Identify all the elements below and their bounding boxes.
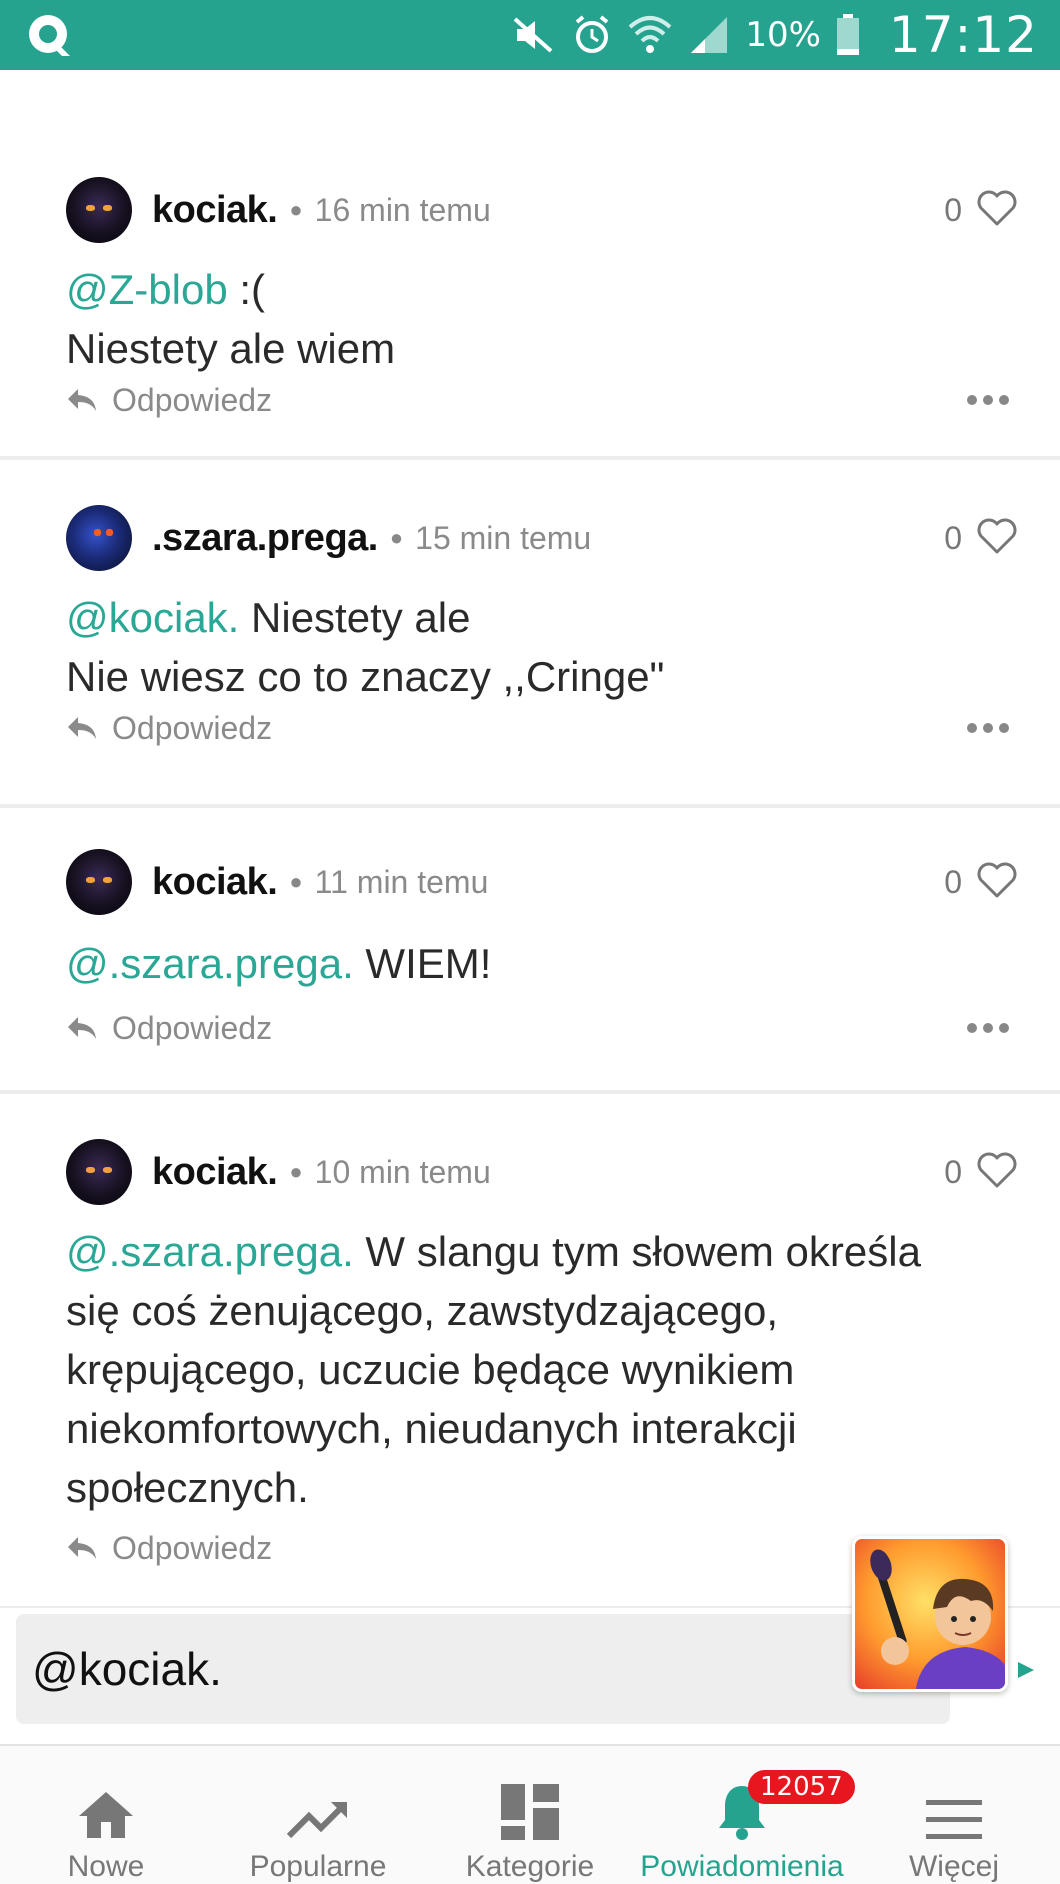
reply-button[interactable]: Odpowiedz bbox=[66, 704, 272, 752]
username[interactable]: kociak. bbox=[152, 1151, 278, 1194]
comment-text-line: społecznych. bbox=[66, 1464, 309, 1511]
comment-text-line: krępującego, uczucie będące wynikiem bbox=[66, 1346, 795, 1393]
notification-badge: 12057 bbox=[748, 1770, 855, 1804]
battery-icon bbox=[835, 13, 861, 57]
more-options-icon[interactable] bbox=[966, 1004, 1010, 1052]
avatar[interactable] bbox=[66, 849, 132, 915]
separator-dot: ● bbox=[289, 1159, 303, 1184]
floating-profile-badge[interactable] bbox=[852, 1536, 1008, 1692]
more-options-icon[interactable] bbox=[966, 376, 1010, 424]
comment-body: @.szara.prega. WIEM! bbox=[66, 934, 1020, 993]
avatar[interactable] bbox=[66, 177, 132, 243]
mention-link[interactable]: @.szara.prega. bbox=[66, 940, 354, 987]
nav-item-kategorie[interactable]: Kategorie bbox=[424, 1746, 636, 1884]
reply-icon bbox=[68, 717, 96, 739]
menu-icon bbox=[926, 1764, 982, 1840]
clock: 17:12 bbox=[888, 6, 1038, 64]
nav-item-powiadomienia[interactable]: 12057 Powiadomienia bbox=[636, 1746, 855, 1884]
comment-body: @.szara.prega. W slangu tym słowem okreś… bbox=[66, 1222, 1036, 1517]
timestamp: 10 min temu bbox=[314, 1153, 491, 1190]
comment: kociak. ● 10 min temu 0 @.szara.prega. W… bbox=[0, 1098, 1060, 1608]
username[interactable]: .szara.prega. bbox=[152, 517, 378, 560]
wifi-icon bbox=[627, 13, 673, 57]
comment: kociak. ● 16 min temu 0 @Z-blob :( Niest… bbox=[0, 136, 1060, 460]
heart-icon[interactable] bbox=[976, 189, 1018, 232]
comment-text: W slangu tym słowem określa bbox=[353, 1228, 921, 1275]
battery-percent: 10% bbox=[745, 15, 821, 55]
bottom-navigation: Nowe Popularne Kategorie 12057 Powiadomi… bbox=[0, 1744, 1060, 1884]
nav-label: Popularne bbox=[249, 1850, 387, 1883]
trending-icon bbox=[287, 1764, 349, 1840]
mention-link[interactable]: @.szara.prega. bbox=[66, 1228, 354, 1275]
nav-item-popularne[interactable]: Popularne bbox=[212, 1746, 424, 1884]
comment-input[interactable]: @kociak. bbox=[16, 1614, 950, 1724]
heart-icon[interactable] bbox=[976, 517, 1018, 560]
reply-label: Odpowiedz bbox=[112, 1529, 273, 1566]
comment: .szara.prega. ● 15 min temu 0 @kociak. N… bbox=[0, 464, 1060, 808]
mention-link[interactable]: @kociak. bbox=[66, 594, 239, 641]
reply-icon bbox=[68, 1537, 96, 1559]
categories-icon bbox=[501, 1764, 559, 1840]
comment-text: :( bbox=[227, 266, 266, 313]
status-bar: 10% 17:12 bbox=[0, 0, 1060, 70]
reply-label: Odpowiedz bbox=[112, 709, 273, 746]
username[interactable]: kociak. bbox=[152, 861, 278, 904]
username[interactable]: kociak. bbox=[152, 189, 278, 232]
comment-text-line: Niestety ale wiem bbox=[66, 325, 396, 372]
separator-dot: ● bbox=[389, 525, 404, 550]
nav-label: Nowe bbox=[67, 1850, 145, 1883]
reply-button[interactable]: Odpowiedz bbox=[66, 376, 272, 424]
separator-dot: ● bbox=[289, 869, 303, 894]
reply-label: Odpowiedz bbox=[112, 1009, 273, 1046]
reply-label: Odpowiedz bbox=[112, 381, 273, 418]
avatar[interactable] bbox=[66, 1139, 132, 1205]
character-avatar-icon bbox=[855, 1539, 1005, 1689]
comment-text-line: Nie wiesz co to znaczy ,,Cringe" bbox=[66, 653, 665, 700]
nav-label: Więcej bbox=[908, 1850, 999, 1883]
more-options-icon[interactable] bbox=[966, 704, 1010, 752]
reply-button[interactable]: Odpowiedz bbox=[66, 1524, 272, 1572]
comment-text-line: się coś żenującego, zawstydzającego, bbox=[66, 1287, 779, 1334]
avatar[interactable] bbox=[66, 505, 132, 571]
send-icon[interactable] bbox=[1016, 1660, 1036, 1685]
nav-item-wiecej[interactable]: Więcej bbox=[848, 1746, 1060, 1884]
comment: kociak. ● 11 min temu 0 @.szara.prega. W… bbox=[0, 812, 1060, 1094]
heart-icon[interactable] bbox=[976, 861, 1018, 904]
comment-body: @Z-blob :( Niestety ale wiem bbox=[66, 260, 1020, 378]
comment-body: @kociak. Niestety ale Nie wiesz co to zn… bbox=[66, 588, 1020, 706]
signal-icon bbox=[687, 13, 731, 57]
comment-input-value: @kociak. bbox=[32, 1643, 222, 1695]
like-count: 0 bbox=[944, 191, 962, 228]
mute-icon bbox=[511, 15, 557, 55]
timestamp: 11 min temu bbox=[314, 863, 489, 900]
comment-text: Niestety ale bbox=[239, 594, 471, 641]
nav-label: Kategorie bbox=[465, 1850, 595, 1883]
like-count: 0 bbox=[944, 863, 962, 900]
like-count: 0 bbox=[944, 519, 962, 556]
reply-button[interactable]: Odpowiedz bbox=[66, 1004, 272, 1052]
comment-text-line: niekomfortowych, nieudanych interakcji bbox=[66, 1405, 797, 1452]
reply-icon bbox=[68, 389, 96, 411]
home-icon bbox=[77, 1764, 135, 1840]
timestamp: 15 min temu bbox=[415, 519, 592, 556]
nav-label: Powiadomienia bbox=[640, 1850, 844, 1883]
alarm-icon bbox=[571, 14, 613, 56]
nav-item-nowe[interactable]: Nowe bbox=[0, 1746, 212, 1884]
reply-icon bbox=[68, 1017, 96, 1039]
timestamp: 16 min temu bbox=[314, 191, 491, 228]
quotev-logo-icon bbox=[22, 10, 78, 60]
comment-text: WIEM! bbox=[353, 940, 492, 987]
separator-dot: ● bbox=[289, 197, 303, 222]
like-count: 0 bbox=[944, 1153, 962, 1190]
mention-link[interactable]: @Z-blob bbox=[66, 266, 228, 313]
heart-icon[interactable] bbox=[976, 1151, 1018, 1194]
